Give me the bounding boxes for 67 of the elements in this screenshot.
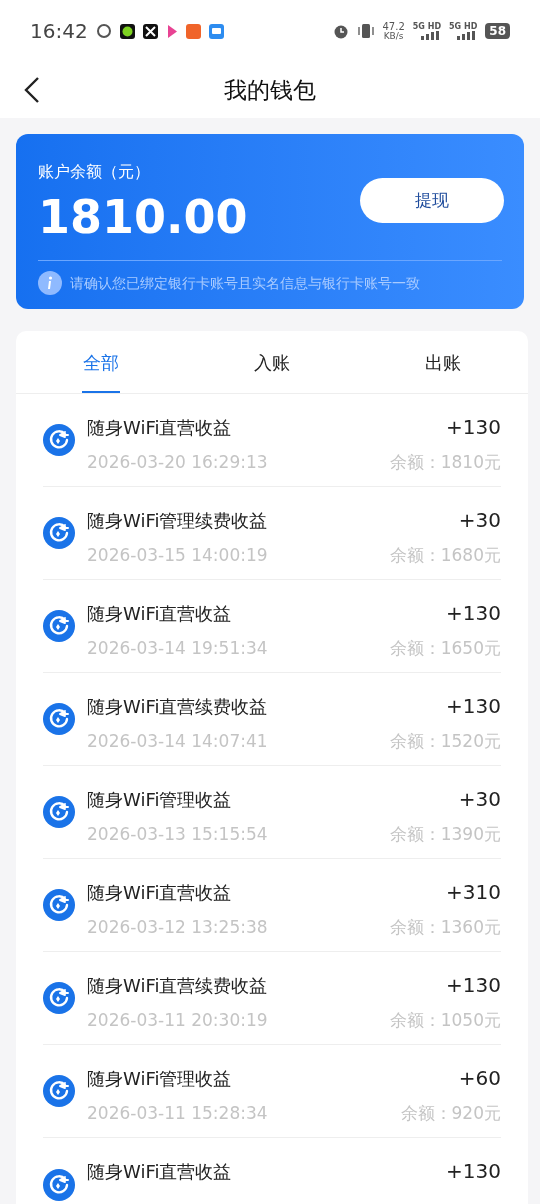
- refund-icon: [43, 1075, 75, 1107]
- balance-after: 余额：920元: [400, 1102, 501, 1125]
- cross-app-icon: [142, 23, 158, 39]
- transaction-time: 2026-03-15 14:00:19: [87, 544, 268, 567]
- play-app-icon: [165, 23, 178, 39]
- refund-icon: [43, 610, 75, 642]
- message-app-icon: [208, 23, 224, 39]
- transaction-title: 随身WiFi管理续费收益: [87, 508, 268, 533]
- network-speed: 47.2: [382, 21, 405, 32]
- transaction-amount: +130: [446, 600, 501, 627]
- transaction-time: 2026-03-12 13:25:38: [87, 916, 268, 939]
- withdraw-button[interactable]: 提现: [360, 178, 504, 223]
- refund-icon: [43, 703, 75, 735]
- transaction-time: 2026-03-11 20:30:19: [87, 1009, 268, 1032]
- tab[interactable]: 全部: [16, 331, 187, 393]
- transaction-amount: +310: [446, 879, 501, 906]
- balance-after: 余额：1050元: [389, 1009, 501, 1032]
- page-title: 我的钱包: [224, 75, 316, 105]
- refund-icon: [43, 517, 75, 549]
- network-type: 5G HD: [449, 22, 478, 31]
- balance-after: 余额：1360元: [389, 916, 501, 939]
- balance-after: 余额：1390元: [389, 823, 501, 846]
- balance-label: 账户余额（元）: [38, 161, 151, 183]
- transaction-title: 随身WiFi直营续费收益: [87, 973, 268, 998]
- tab[interactable]: 入账: [186, 331, 358, 393]
- status-time: 16:42: [30, 18, 88, 45]
- info-icon: [38, 271, 62, 295]
- transaction-title: 随身WiFi直营收益: [87, 601, 232, 626]
- transaction-time: 2026-03-14 14:07:41: [87, 730, 268, 753]
- refund-icon: [43, 889, 75, 921]
- speed-unit: KB/s: [383, 31, 404, 41]
- refund-icon: [43, 1168, 75, 1201]
- notice-text: 请确认您已绑定银行卡账号且实名信息与银行卡账号一致: [70, 273, 420, 293]
- balance-after: 余额：1520元: [389, 730, 501, 753]
- transaction-title: 随身WiFi直营收益: [87, 880, 232, 905]
- refund-icon: [43, 796, 75, 828]
- balance-after: 余额：1810元: [389, 451, 501, 474]
- transaction-title: 随身WiFi直营收益: [87, 415, 232, 440]
- transaction-title: 随身WiFi管理收益: [87, 1066, 232, 1091]
- alarm-icon: [332, 23, 349, 39]
- transaction-title: 随身WiFi管理收益: [87, 787, 232, 812]
- transaction-time: 2026-03-13 15:15:54: [87, 823, 268, 846]
- transaction-time: 2026-03-11 15:28:34: [87, 1102, 268, 1125]
- square-app-icon: [185, 23, 201, 39]
- refund-icon: [43, 982, 75, 1014]
- balance-amount: 1810.00: [38, 189, 248, 246]
- transaction-amount: +130: [446, 1158, 501, 1185]
- transaction-amount: +30: [458, 786, 501, 813]
- battery-level: 58: [485, 23, 510, 39]
- balance-after: 余额：1650元: [389, 637, 501, 660]
- transaction-amount: +60: [458, 1065, 501, 1092]
- vibrate-icon: [356, 23, 375, 39]
- transaction-amount: +30: [458, 507, 501, 534]
- back-icon[interactable]: [24, 76, 40, 104]
- transaction-time: 2026-03-14 19:51:34: [87, 637, 268, 660]
- transaction-time: 2026-03-20 16:29:13: [87, 451, 268, 474]
- refund-icon: [43, 424, 75, 456]
- network-type: 5G HD: [412, 22, 442, 31]
- transaction-title: 随身WiFi直营收益: [87, 1159, 232, 1184]
- balance-after: 余额：1680元: [389, 544, 501, 567]
- tab[interactable]: 出账: [357, 331, 528, 393]
- dot-app-icon: [119, 23, 135, 39]
- transaction-amount: +130: [446, 414, 501, 441]
- transaction-amount: +130: [446, 693, 501, 720]
- transaction-amount: +130: [446, 972, 501, 999]
- ring-app-icon: [95, 23, 112, 39]
- transaction-title: 随身WiFi直营续费收益: [87, 694, 268, 719]
